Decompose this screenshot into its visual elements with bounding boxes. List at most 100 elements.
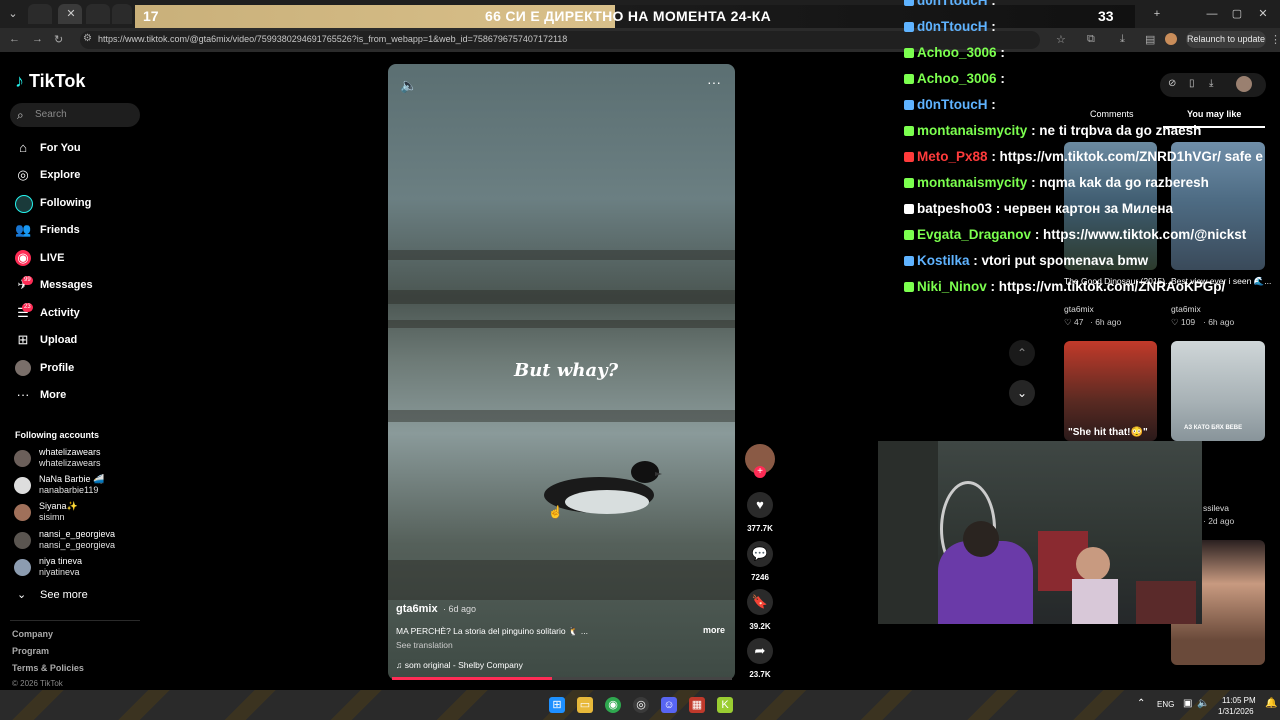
kick-icon[interactable]: K [717,697,733,713]
profile-avatar[interactable] [1165,33,1177,45]
account-name[interactable]: NaNa Barbie 🚄 [39,474,104,485]
tray-chevron-icon[interactable]: ⌃ [1137,698,1145,709]
see-translation-link[interactable]: See translation [396,640,453,650]
video-thumbnail[interactable] [1064,341,1157,441]
clock-time[interactable]: 11:05 PM [1222,696,1256,705]
copyright: © 2026 TikTok [12,679,63,688]
reload-icon[interactable]: ↻ [54,33,63,46]
scroll-down-icon[interactable]: ⌄ [1009,380,1035,406]
chat-text: : nqma kak da go razberesh [1031,175,1209,190]
nav-messages[interactable]: Messages [40,279,93,291]
search-placeholder: Search [35,109,67,120]
account-name[interactable]: Siyana✨ [39,501,78,512]
compass-icon: ◎ [17,167,29,182]
thumbnail-user[interactable]: ssileva [1203,503,1229,513]
chat-message: Meto_Px88 : https://vm.tiktok.com/ZNRD1h… [904,149,1263,164]
tab-you-may-like[interactable]: You may like [1187,109,1241,119]
extensions-icon[interactable]: ⧉ [1087,33,1095,46]
nav-friends[interactable]: Friends [40,224,80,236]
phone-icon[interactable]: ▯ [1189,78,1195,89]
description-more-button[interactable]: more [703,625,725,635]
like-count: 377.7K [747,524,773,533]
forward-icon[interactable]: → [32,33,43,45]
search-input[interactable] [10,103,140,127]
chat-username: d0nTtoucH [917,0,988,8]
nav-more[interactable]: More [40,389,66,401]
nav-explore[interactable]: Explore [40,169,80,181]
account-name[interactable]: niya tineva [39,556,82,566]
avatar[interactable] [14,532,31,549]
close-window-icon[interactable]: ✕ [1256,7,1270,21]
avatar[interactable] [14,450,31,467]
downloads-icon[interactable]: ⤓ [1120,33,1125,46]
browser-tab[interactable] [28,4,52,24]
browser-tab[interactable] [86,4,110,24]
streamer-head [963,521,999,557]
video-author[interactable]: gta6mix [396,603,438,615]
notification-icon[interactable]: 🔔 [1265,698,1277,709]
clock-date[interactable]: 1/31/2026 [1218,707,1254,716]
comment-icon[interactable]: 💬 [747,541,773,567]
obs-icon[interactable]: ◎ [633,697,649,713]
nav-profile[interactable]: Profile [40,362,74,374]
close-tab-icon[interactable]: ✕ [64,7,78,21]
account-name[interactable]: whatelizawears [39,447,101,457]
nav-live[interactable]: LIVE [40,252,64,264]
nav-upload[interactable]: Upload [40,334,77,346]
avatar[interactable] [14,504,31,521]
nav-following[interactable]: Following [40,197,91,209]
new-tab-icon[interactable]: + [1150,7,1164,21]
browser-tab[interactable] [112,4,132,24]
avatar[interactable] [14,477,31,494]
volume-tray-icon[interactable]: 🔈 [1197,698,1209,709]
nav-for-you[interactable]: For You [40,142,81,154]
account-name[interactable]: nansi_e_georgieva [39,529,115,539]
share-icon[interactable]: ➦ [747,638,773,664]
scroll-up-icon[interactable]: ⌃ [1009,340,1035,366]
minimize-icon[interactable]: — [1205,7,1219,21]
split-view-icon[interactable]: ▤ [1145,33,1155,46]
volume-icon[interactable]: 🔈 [400,77,417,94]
user-avatar[interactable] [1236,76,1252,92]
footer-terms[interactable]: Terms & Policies [12,663,84,673]
maximize-icon[interactable]: ▢ [1230,7,1244,21]
follow-plus-icon[interactable]: + [754,466,766,478]
app-icon[interactable]: ▦ [689,697,705,713]
footer-program[interactable]: Program [12,646,49,656]
browser-menu-icon[interactable]: ⋮ [1270,33,1280,46]
footer-company[interactable]: Company [12,629,53,639]
chat-username: Kostilka [917,253,970,268]
save-count: 39.2K [749,622,771,631]
like-icon[interactable]: ♥ [747,492,773,518]
tab-search-icon[interactable]: ⌄ [6,7,20,21]
more-icon: ··· [16,387,30,402]
site-info-icon[interactable]: ⚙ [83,33,92,44]
file-explorer-icon[interactable]: ▭ [577,697,593,713]
discord-icon[interactable]: ☺ [661,697,677,713]
network-icon[interactable]: ▣ [1183,698,1192,709]
tab-comments[interactable]: Comments [1090,109,1134,119]
see-more-link[interactable]: See more [40,589,88,601]
language-indicator[interactable]: ENG [1157,700,1174,709]
video-sound[interactable]: ♫ som original - Shelby Company [396,660,523,670]
video-options-icon[interactable]: ··· [707,74,721,90]
thumbnail-user[interactable]: gta6mix [1064,304,1094,314]
chat-username: d0nTtoucH [917,19,988,34]
banner-number: 17 [143,8,159,24]
chat-message: montanaismycity : ne ti trqbva da go zna… [904,123,1201,138]
chat-message: Evgata_Draganov : https://www.tiktok.com… [904,227,1246,242]
back-icon[interactable]: ← [9,33,20,45]
chat-message: Achoo_3006 : [904,71,1005,86]
bookmark-star-icon[interactable]: ☆ [1056,33,1066,46]
download-icon[interactable]: ⤓ [1209,78,1213,89]
compass-small-icon[interactable]: ⊘ [1168,78,1176,89]
relaunch-button[interactable]: Relaunch to update [1186,31,1266,48]
thumbnail-caption: АЗ КАТО БЯХ ВЕВЕ [1184,425,1243,431]
bookmark-icon[interactable]: 🔖 [747,589,773,615]
nav-activity[interactable]: Activity [40,307,80,319]
avatar[interactable] [14,559,31,576]
windows-start-icon[interactable]: ⊞ [549,697,565,713]
chrome-icon[interactable]: ◉ [605,697,621,713]
tiktok-logo[interactable]: ♪ TikTok [15,71,85,92]
thumbnail-user[interactable]: gta6mix [1171,304,1201,314]
